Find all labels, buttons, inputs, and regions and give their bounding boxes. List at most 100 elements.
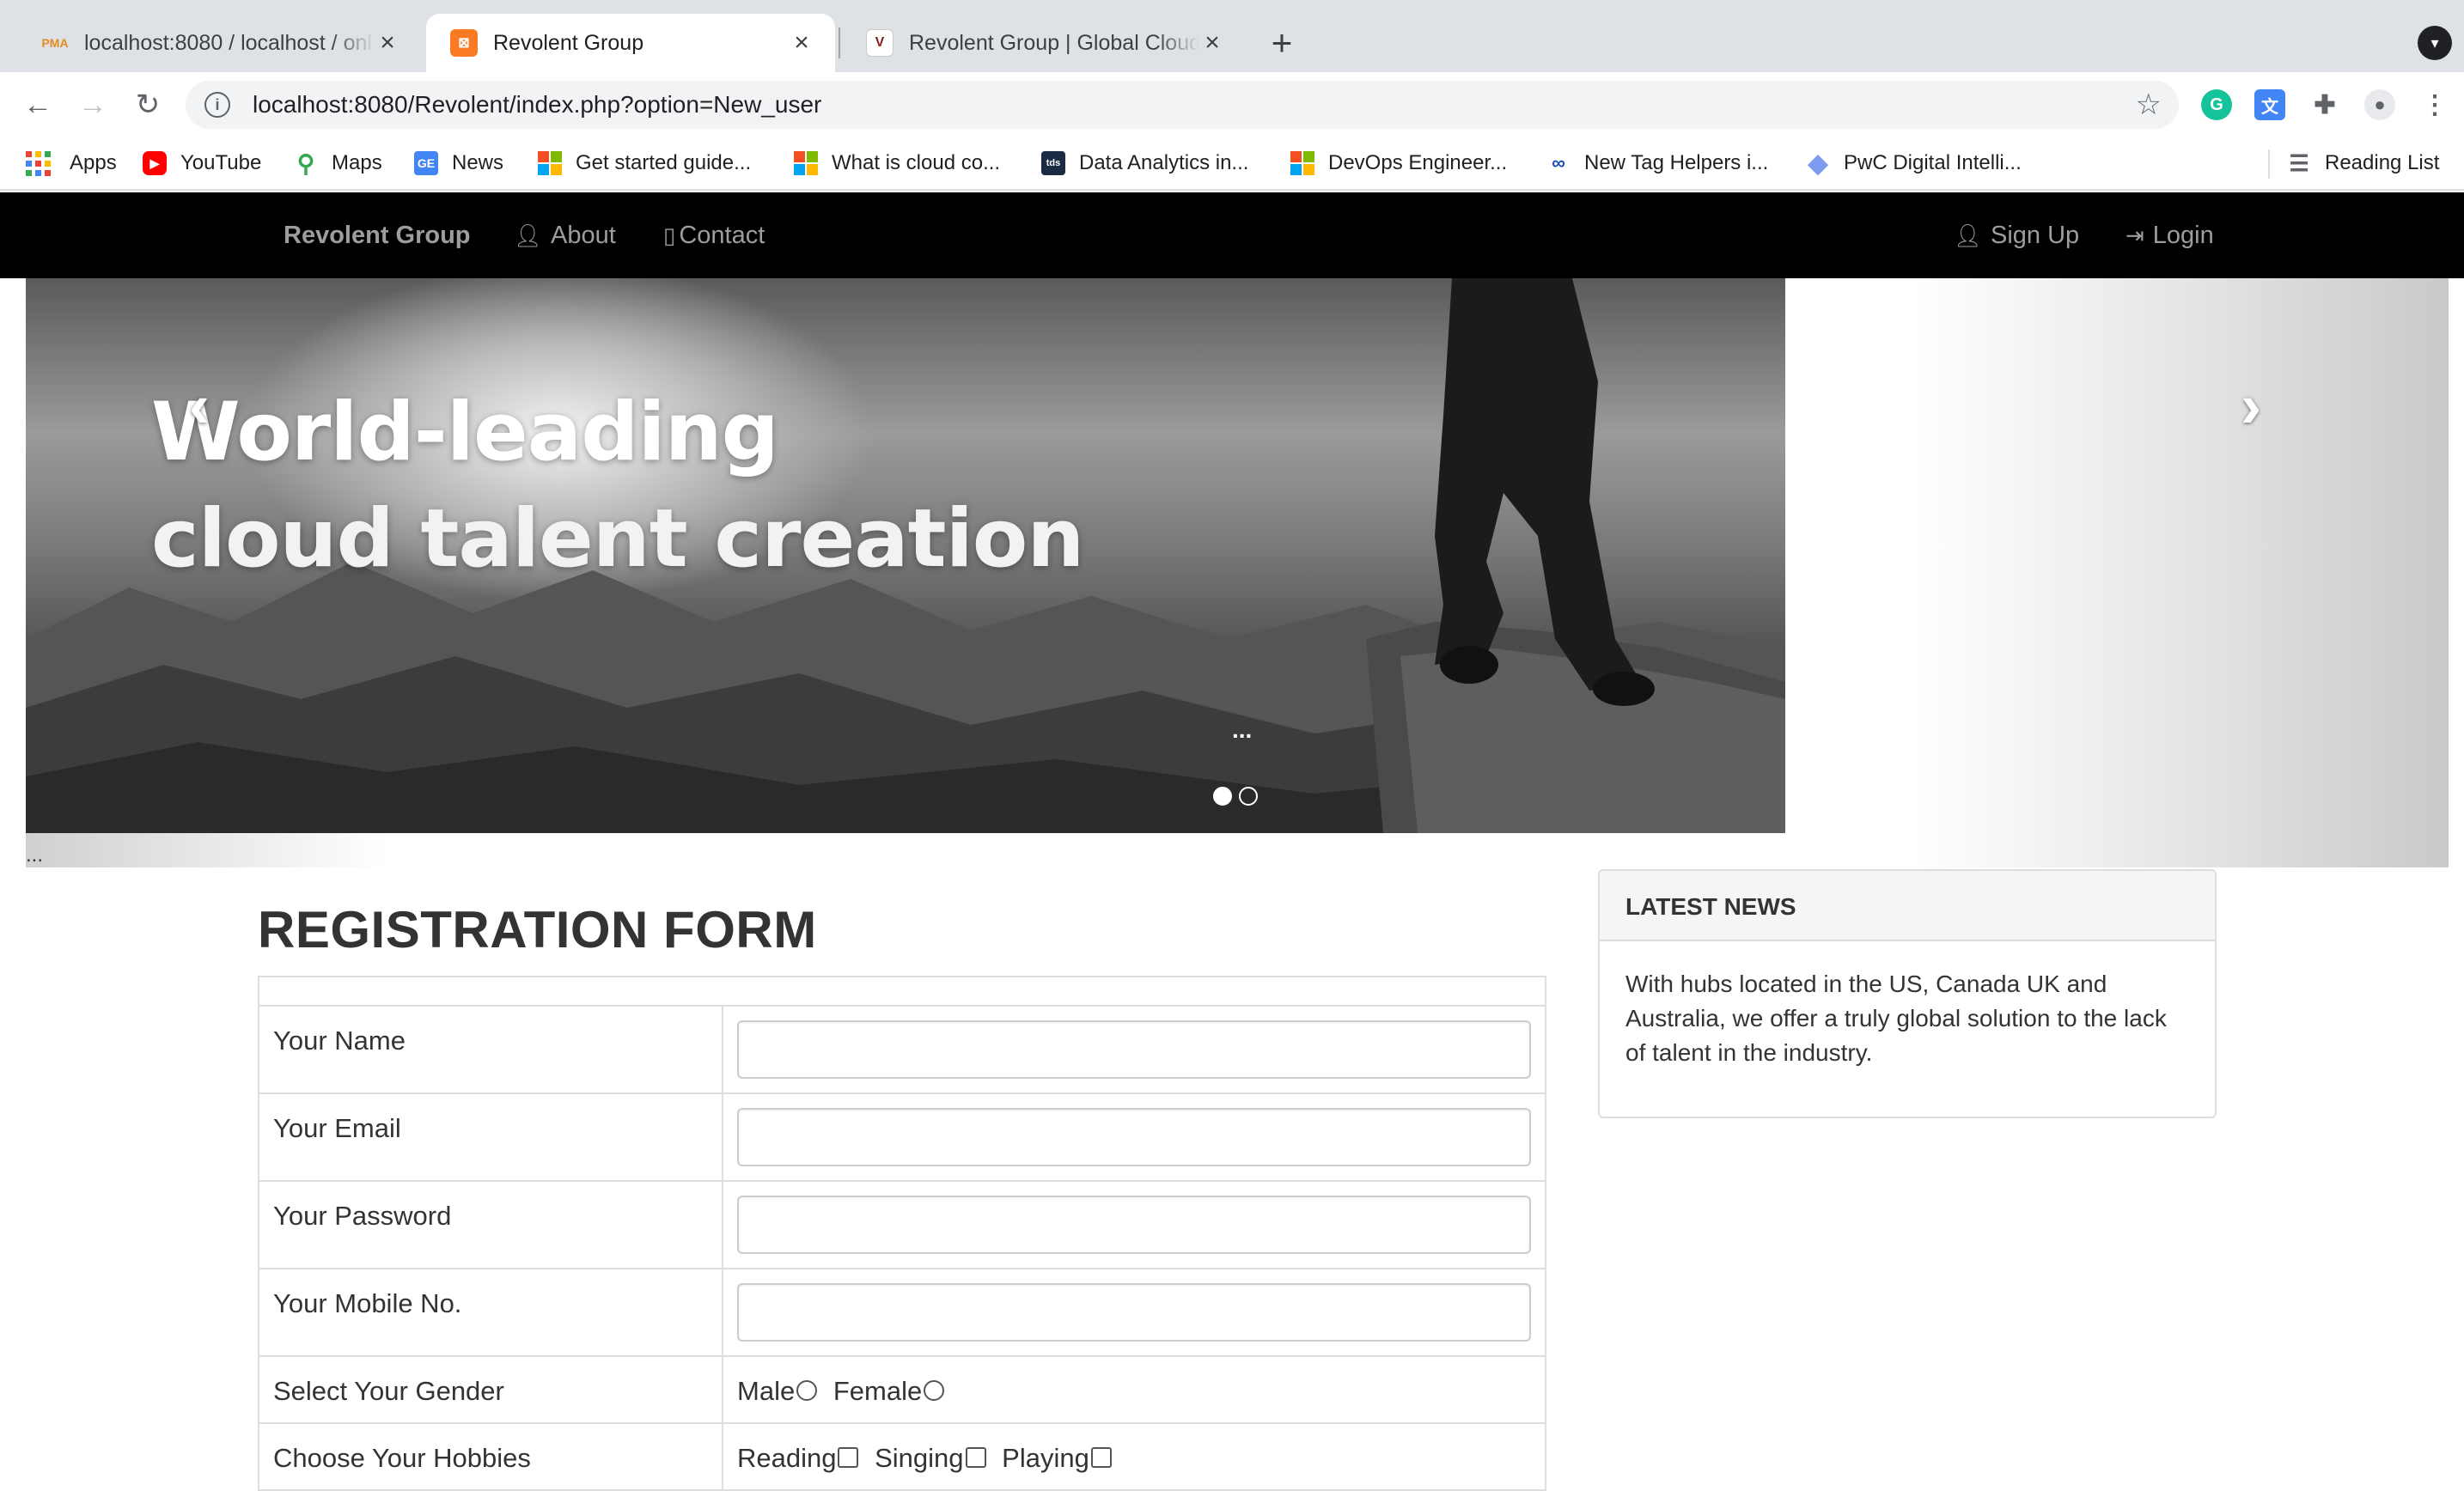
name-input[interactable] [737, 1020, 1531, 1079]
hobby-singing-label: Singing [875, 1443, 964, 1473]
close-tab-icon[interactable]: × [1199, 28, 1225, 58]
reading-list-icon: ☰ [2289, 149, 2309, 176]
form-title: REGISTRATION FORM [258, 901, 817, 958]
nav-signup-label: Sign Up [1991, 221, 2080, 249]
bookmark-label: News [452, 151, 504, 174]
hero-headline: World-leading cloud talent creation [151, 380, 1084, 593]
bookmark-get-started[interactable]: Get started guide... [538, 146, 751, 180]
name-cell [722, 1005, 1546, 1094]
carousel-next-icon[interactable]: › [2241, 371, 2261, 441]
hobbies-cell: Reading Singing Playing [722, 1422, 1546, 1491]
extensions-puzzle-icon[interactable]: ✚ [2309, 89, 2340, 120]
browser-toolbar: ← → ↻ i localhost:8080/Revolent/index.ph… [0, 72, 2464, 137]
gender-female-label: Female [833, 1376, 923, 1406]
nav-about-label: About [551, 221, 616, 249]
site-navbar: Revolent Group 👤︎ About ▯ Contact 👤︎ Sig… [0, 192, 2464, 278]
maps-pin-icon: ⚲ [296, 149, 315, 177]
forward-arrow-icon[interactable]: → [72, 84, 113, 125]
bookmarks-bar: Apps ▶ YouTube ⚲ Maps GE News Get starte… [0, 137, 2464, 191]
bookmark-pwc[interactable]: ◆ PwC Digital Intelli... [1806, 146, 2021, 180]
bookmark-maps[interactable]: ⚲ Maps [294, 146, 382, 180]
browser-tab-phpmyadmin[interactable]: PMA localhost:8080 / localhost / onl × [17, 14, 421, 72]
address-bar[interactable]: i localhost:8080/Revolent/index.php?opti… [186, 81, 2179, 129]
bookmark-youtube[interactable]: ▶ YouTube [143, 146, 261, 180]
bookmark-tag-helpers[interactable]: ∞ New Tag Helpers i... [1546, 146, 1768, 180]
carousel-indicator-2[interactable] [1239, 787, 1258, 806]
nav-contact[interactable]: ▯ Contact [663, 215, 765, 256]
user-icon: 👤︎ [514, 222, 543, 248]
table-row: Choose Your Hobbies Reading Singing Play… [258, 1422, 1546, 1491]
carousel-footer-ellipsis: ... [26, 843, 44, 867]
bookmark-star-icon[interactable]: ☆ [2136, 88, 2162, 122]
tab-search-icon[interactable]: ▾ [2418, 26, 2452, 60]
hobby-singing-checkbox[interactable] [965, 1446, 986, 1468]
xampp-icon: ⊠ [450, 29, 478, 57]
table-row [258, 976, 1546, 1007]
web-page: Revolent Group 👤︎ About ▯ Contact 👤︎ Sig… [0, 192, 2464, 1491]
name-label: Your Name [258, 1005, 723, 1094]
email-input[interactable] [737, 1108, 1531, 1166]
hobby-playing-label: Playing [1002, 1443, 1089, 1473]
nav-signup[interactable]: 👤︎ Sign Up [1954, 215, 2079, 256]
url-text[interactable]: localhost:8080/Revolent/index.php?option… [253, 91, 821, 119]
phone-icon: ▯ [663, 222, 676, 248]
gender-male-radio[interactable] [796, 1379, 818, 1401]
phpmyadmin-icon: PMA [41, 36, 69, 50]
bookmark-label: YouTube [180, 151, 262, 174]
login-icon: ⇥ [2126, 222, 2144, 248]
registration-table: Your Name Your Email Your Password Your … [258, 976, 1546, 1491]
revolent-icon: V [866, 29, 894, 57]
mobile-label: Your Mobile No. [258, 1268, 723, 1357]
new-tab-button[interactable]: + [1261, 22, 1302, 64]
navbar-brand[interactable]: Revolent Group [284, 215, 471, 256]
bookmark-label: New Tag Helpers i... [1584, 151, 1769, 174]
profile-avatar-icon[interactable]: ● [2364, 89, 2395, 120]
nav-about[interactable]: 👤︎ About [514, 215, 616, 256]
bookmark-devops[interactable]: DevOps Engineer... [1290, 146, 1507, 180]
carousel-shadow [26, 833, 387, 867]
password-input[interactable] [737, 1196, 1531, 1254]
close-tab-icon[interactable]: × [375, 28, 400, 58]
youtube-icon: ▶ [143, 151, 167, 175]
email-cell [722, 1092, 1546, 1182]
back-arrow-icon[interactable]: ← [17, 84, 58, 125]
browser-menu-icon[interactable]: ⋮ [2419, 89, 2450, 120]
bookmark-label: Apps [70, 151, 117, 174]
browser-tab-revolent[interactable]: ⊠ Revolent Group × [426, 14, 835, 72]
reading-list-button[interactable]: ☰ Reading List [2287, 146, 2439, 180]
carousel-indicators [1213, 787, 1258, 806]
hobby-reading-checkbox[interactable] [838, 1446, 859, 1468]
nav-login-label: Login [2152, 221, 2214, 249]
translate-icon[interactable]: 文 [2254, 89, 2285, 120]
bookmark-what-is-cloud[interactable]: What is cloud co... [794, 146, 1000, 180]
email-label: Your Email [258, 1092, 723, 1182]
user-icon: 👤︎ [1954, 222, 1983, 248]
bookmark-apps[interactable]: Apps [26, 146, 117, 180]
table-row: Your Name [258, 1005, 1546, 1094]
carousel-indicator-1[interactable] [1213, 787, 1232, 806]
table-row: Your Mobile No. [258, 1268, 1546, 1357]
bookmark-label: DevOps Engineer... [1328, 151, 1508, 174]
bookmark-news[interactable]: GE News [414, 146, 503, 180]
grammarly-icon[interactable]: G [2201, 89, 2232, 120]
password-label: Your Password [258, 1180, 723, 1269]
gender-female-radio[interactable] [924, 1379, 945, 1401]
microsoft-icon [1290, 151, 1314, 175]
reload-icon[interactable]: ↻ [127, 84, 168, 125]
hobby-playing-checkbox[interactable] [1090, 1446, 1112, 1468]
mobile-input[interactable] [737, 1283, 1531, 1342]
close-tab-icon[interactable]: × [789, 28, 814, 58]
table-row: Select Your Gender Male Female [258, 1355, 1546, 1424]
table-row: Your Password [258, 1180, 1546, 1269]
nav-login[interactable]: ⇥ Login [2126, 215, 2214, 256]
bookmark-data-analytics[interactable]: tds Data Analytics in... [1041, 146, 1248, 180]
tds-icon: tds [1041, 151, 1065, 175]
microsoft-icon [538, 151, 562, 175]
hero-carousel: World-leading cloud talent creation ... … [26, 278, 2449, 867]
browser-tab-revolent-global[interactable]: V Revolent Group | Global Cloud × [842, 14, 1246, 72]
site-info-icon[interactable]: i [204, 92, 230, 118]
carousel-prev-icon[interactable]: ‹ [189, 371, 210, 441]
table-header-cell [258, 976, 1546, 1007]
table-row: Your Email [258, 1092, 1546, 1182]
browser-tab-strip: PMA localhost:8080 / localhost / onl × ⊠… [0, 0, 2464, 72]
